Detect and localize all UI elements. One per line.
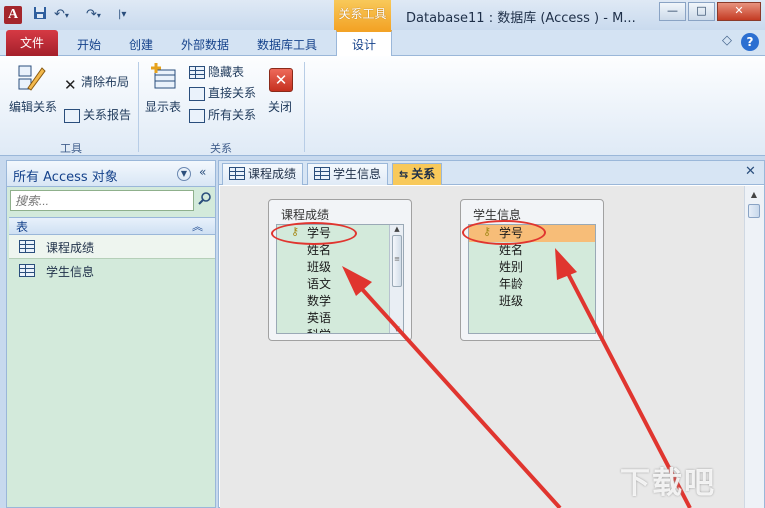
save-icon[interactable] bbox=[33, 6, 47, 24]
relation-report-button[interactable]: 关系报告 bbox=[64, 106, 131, 123]
relationship-icon: ⇆ bbox=[399, 168, 409, 181]
field-item[interactable]: 语文 bbox=[277, 276, 387, 293]
close-relations-button[interactable]: 关闭 bbox=[268, 98, 292, 115]
tab-create[interactable]: 创建 bbox=[129, 35, 153, 55]
window-title: Database11 : 数据库 (Access ) - M... bbox=[406, 11, 636, 26]
scrollbar-thumb[interactable] bbox=[748, 204, 760, 218]
doc-tab-label: 关系 bbox=[411, 167, 436, 181]
doc-tab-label: 学生信息 bbox=[333, 167, 382, 181]
doc-tab-course-scores[interactable]: 课程成绩 bbox=[222, 163, 304, 185]
tab-external-data[interactable]: 外部数据 bbox=[181, 35, 229, 55]
ribbon-minimize-icon[interactable]: ◇ bbox=[722, 33, 732, 48]
field-item[interactable]: 姓名 bbox=[277, 242, 387, 259]
group-divider bbox=[138, 62, 139, 152]
tools-group-label: 工具 bbox=[60, 142, 82, 155]
tab-file[interactable]: 文件 bbox=[6, 30, 58, 56]
group-divider bbox=[304, 62, 305, 152]
collapse-pane-icon[interactable]: « bbox=[199, 165, 206, 179]
field-item[interactable]: 姓名 bbox=[469, 242, 595, 259]
nav-item-label: 学生信息 bbox=[46, 265, 95, 279]
field-list-scrollbar[interactable]: ▲ ≡ ▼ bbox=[389, 225, 403, 333]
doc-tab-relations[interactable]: ⇆ 关系 bbox=[392, 163, 443, 185]
hide-table-button[interactable]: 隐藏表 bbox=[189, 63, 244, 80]
nav-item-label: 课程成绩 bbox=[46, 241, 95, 255]
access-logo-icon[interactable]: A bbox=[4, 6, 22, 24]
all-relations-label: 所有关系 bbox=[208, 108, 257, 122]
customize-icon[interactable]: |▾ bbox=[118, 6, 126, 24]
chevron-up-icon[interactable]: ︽ bbox=[192, 218, 203, 234]
nav-section-tables[interactable] bbox=[9, 217, 215, 235]
direct-relations-label: 直接关系 bbox=[208, 86, 257, 100]
table-icon bbox=[314, 167, 330, 180]
navigation-pane bbox=[6, 160, 216, 508]
edit-relations-button[interactable] bbox=[16, 62, 46, 95]
chevron-down-icon[interactable]: ▼ bbox=[177, 167, 191, 181]
edit-relations-icon bbox=[18, 65, 46, 91]
table-icon bbox=[229, 167, 245, 180]
scroll-up-icon[interactable]: ▲ bbox=[747, 190, 761, 199]
field-item[interactable]: 科学 bbox=[277, 327, 387, 333]
doc-tab-student-info[interactable]: 学生信息 bbox=[307, 163, 389, 185]
annotation-ellipse bbox=[462, 220, 546, 245]
annotation-ellipse bbox=[271, 222, 357, 245]
contextual-tab-group: 关系工具 bbox=[334, 0, 391, 30]
edit-relations-label[interactable]: 编辑关系 bbox=[9, 98, 57, 115]
nav-title[interactable]: 所有 Access 对象 bbox=[13, 166, 118, 185]
scroll-up-icon[interactable]: ▲ bbox=[390, 225, 403, 233]
direct-relations-button[interactable]: 直接关系 bbox=[189, 84, 256, 101]
nav-section-label: 表 bbox=[16, 220, 29, 234]
scrollbar-thumb[interactable]: ≡ bbox=[392, 235, 402, 287]
table-icon bbox=[19, 240, 35, 253]
show-table-icon bbox=[151, 63, 176, 89]
hide-table-label: 隐藏表 bbox=[208, 65, 245, 79]
clear-layout-label: 清除布局 bbox=[81, 75, 130, 89]
direct-relations-icon bbox=[189, 86, 205, 101]
undo-icon[interactable]: ↶▾ bbox=[54, 6, 69, 24]
close-document-icon[interactable]: ✕ bbox=[745, 164, 756, 179]
tab-database-tools[interactable]: 数据库工具 bbox=[257, 35, 317, 55]
show-table-button[interactable] bbox=[149, 62, 179, 95]
close-button[interactable]: ✕ bbox=[717, 2, 761, 21]
close-relations-icon[interactable]: ✕ bbox=[269, 68, 293, 92]
clear-layout-button[interactable]: ✕ 清除布局 bbox=[64, 73, 130, 94]
scroll-down-icon[interactable]: ▼ bbox=[390, 325, 403, 333]
table-icon bbox=[19, 264, 35, 277]
field-item[interactable]: 年龄 bbox=[469, 276, 595, 293]
tab-design[interactable]: 设计 bbox=[336, 30, 392, 57]
field-item[interactable]: 班级 bbox=[469, 293, 595, 310]
report-icon bbox=[64, 108, 80, 123]
watermark: 下载吧 bbox=[620, 466, 716, 501]
maximize-button[interactable]: □ bbox=[688, 2, 715, 21]
nav-item-student-info[interactable] bbox=[9, 259, 215, 283]
table-box-title[interactable]: 课程成绩 bbox=[281, 206, 329, 223]
minimize-button[interactable]: — bbox=[659, 2, 686, 21]
vertical-scrollbar[interactable] bbox=[744, 186, 764, 508]
doc-tab-label: 课程成绩 bbox=[248, 167, 297, 181]
field-item[interactable]: 数学 bbox=[277, 293, 387, 310]
search-icon[interactable] bbox=[196, 191, 214, 210]
nav-item-course-scores[interactable] bbox=[9, 235, 215, 259]
relations-group-label: 关系 bbox=[210, 142, 232, 155]
relation-report-label: 关系报告 bbox=[83, 108, 132, 122]
tab-home[interactable]: 开始 bbox=[77, 35, 101, 55]
show-table-label[interactable]: 显示表 bbox=[145, 98, 181, 115]
hide-table-icon bbox=[189, 66, 205, 79]
all-relations-icon bbox=[189, 108, 205, 123]
field-item[interactable]: 英语 bbox=[277, 310, 387, 327]
field-item[interactable]: 姓别 bbox=[469, 259, 595, 276]
clear-icon: ✕ bbox=[64, 75, 77, 94]
search-input[interactable] bbox=[10, 190, 194, 211]
redo-icon[interactable]: ↷▾ bbox=[86, 6, 101, 24]
help-icon[interactable]: ? bbox=[741, 33, 759, 51]
field-item[interactable]: 班级 bbox=[277, 259, 387, 276]
all-relations-button[interactable]: 所有关系 bbox=[189, 106, 256, 123]
